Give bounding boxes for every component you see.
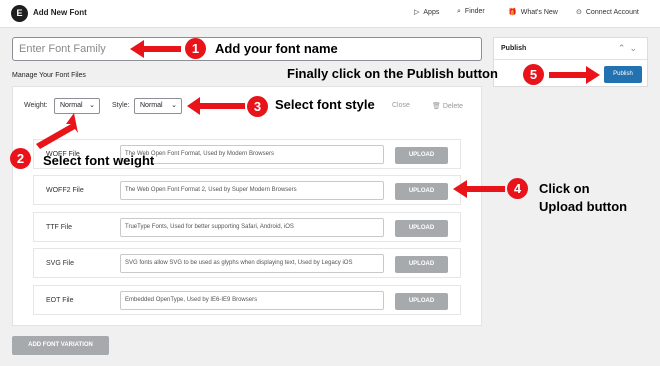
arrow-step2-icon <box>36 113 78 149</box>
step-5-badge: 5 <box>523 64 544 85</box>
step-2-badge: 2 <box>10 148 31 169</box>
arrow-step1-icon <box>130 40 181 58</box>
arrow-step3-icon <box>187 97 245 115</box>
step-1-text: Add your font name <box>215 41 338 56</box>
step-3-text: Select font style <box>275 97 375 112</box>
step-2-text: Select font weight <box>43 153 155 168</box>
step-5-text: Finally click on the Publish button <box>287 66 498 81</box>
step-4-text-line1: Click on <box>539 181 590 196</box>
step-1-badge: 1 <box>185 38 206 59</box>
step-4-text-line2: Upload button <box>539 199 628 214</box>
step-3-badge: 3 <box>247 96 268 117</box>
arrow-step5-icon <box>549 66 600 84</box>
arrow-step4-icon <box>453 180 505 198</box>
step-4-badge: 4 <box>507 178 528 199</box>
